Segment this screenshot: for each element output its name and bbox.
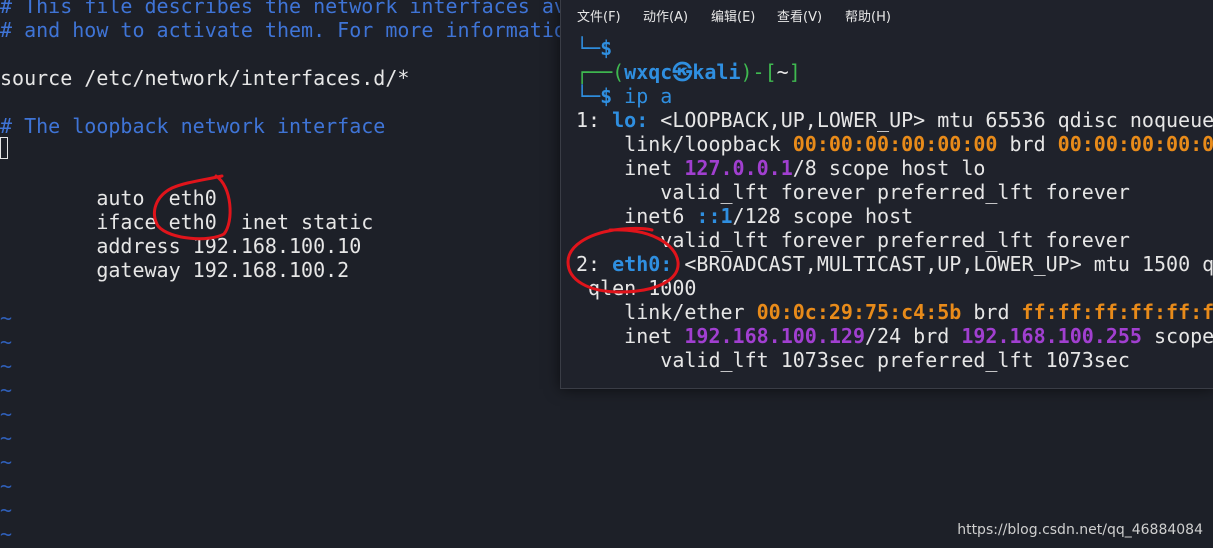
menu-action[interactable]: 动作(A)	[643, 6, 688, 25]
vim-auto-line: auto eth0	[0, 186, 217, 210]
eth0-link-line: link/ether 00:0c:29:75:c4:5b brd ff:ff:f…	[576, 300, 1213, 324]
vim-source-line: source /etc/network/interfaces.d/*	[0, 66, 410, 90]
vim-comment-line: # This file describes the network interf…	[0, 0, 566, 18]
vim-empty-line-tilde: ~	[0, 378, 13, 402]
prompt-host: kali	[692, 60, 741, 84]
terminal-menubar: 文件(F) 动作(A) 编辑(E) 查看(V) 帮助(H)	[561, 0, 1213, 28]
eth0-inet-line: inet 192.168.100.129/24 brd 192.168.100.…	[576, 324, 1213, 348]
lo-header-line: 1: lo: <LOOPBACK,UP,LOWER_UP> mtu 65536 …	[576, 108, 1213, 132]
vim-empty-line-tilde: ~	[0, 426, 13, 450]
watermark-text: https://blog.csdn.net/qq_46884084	[957, 522, 1203, 538]
prompt-dir: ~	[776, 60, 789, 84]
eth0-header-line: 2: eth0: <BROADCAST,MULTICAST,UP,LOWER_U…	[576, 252, 1213, 276]
vim-comment-line: # The loopback network interface	[0, 114, 386, 138]
vim-empty-line-tilde: ~	[0, 354, 13, 378]
menu-help[interactable]: 帮助(H)	[845, 6, 891, 25]
vim-comment-line: # and how to activate them. For more inf…	[0, 18, 566, 42]
eth0-qlen-line: qlen 1000	[576, 276, 697, 300]
vim-empty-line-tilde: ~	[0, 450, 13, 474]
menu-view[interactable]: 查看(V)	[777, 6, 822, 25]
command-text: ip a	[612, 84, 673, 108]
lo-inet-line: inet 127.0.0.1/8 scope host lo	[576, 156, 986, 180]
lo-valid6-line: valid_lft forever preferred_lft forever	[576, 228, 1130, 252]
prompt-header-line: ┌──(wxqc㉿kali)-[~]	[576, 60, 801, 84]
vim-empty-line-tilde: ~	[0, 330, 13, 354]
prompt-user: wxqc	[624, 60, 673, 84]
prompt-command-line: └─$ ip a	[576, 84, 673, 108]
vim-empty-line-tilde: ~	[0, 402, 13, 426]
iface-name-eth0: eth0:	[612, 252, 673, 276]
eth0-valid-line: valid_lft 1073sec preferred_lft 1073sec	[576, 348, 1130, 372]
lo-link-line: link/loopback 00:00:00:00:00:00 brd 00:0…	[576, 132, 1213, 156]
iface-name-lo: lo:	[612, 108, 649, 132]
lo-valid-line: valid_lft forever preferred_lft forever	[576, 180, 1130, 204]
vim-iface-line: iface eth0 inet static	[0, 210, 374, 234]
menu-edit[interactable]: 编辑(E)	[711, 6, 755, 25]
terminal-window[interactable]: 文件(F) 动作(A) 编辑(E) 查看(V) 帮助(H) └─$ ┌──(wx…	[560, 0, 1213, 389]
vim-cursor	[0, 137, 8, 159]
vim-empty-line-tilde: ~	[0, 522, 13, 546]
vim-gateway-line: gateway 192.168.100.2	[0, 258, 350, 282]
vim-empty-line-tilde: ~	[0, 474, 13, 498]
lo-inet6-line: inet6 ::1/128 scope host	[576, 204, 914, 228]
vim-empty-line-tilde: ~	[0, 498, 13, 522]
prompt-tail-line: └─$	[576, 36, 613, 60]
menu-file[interactable]: 文件(F)	[577, 6, 621, 25]
vim-empty-line-tilde: ~	[0, 306, 13, 330]
vim-address-line: address 192.168.100.10	[0, 234, 362, 258]
